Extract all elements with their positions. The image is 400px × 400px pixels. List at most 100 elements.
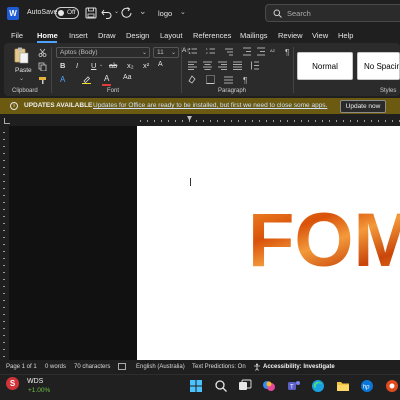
underline-dropdown-icon[interactable]: ⌄: [99, 62, 103, 68]
align-right-icon[interactable]: [218, 61, 227, 70]
update-message-link[interactable]: Updates for Office are ready to be insta…: [93, 102, 327, 109]
tab-design[interactable]: Design: [126, 31, 149, 40]
tab-references[interactable]: References: [193, 31, 231, 40]
copilot-icon[interactable]: [262, 379, 276, 393]
edge-icon[interactable]: [311, 379, 325, 393]
language-status[interactable]: English (Australia): [136, 364, 185, 370]
tab-selector[interactable]: [4, 118, 10, 124]
tab-draw[interactable]: Draw: [98, 31, 116, 40]
superscript-button[interactable]: x²: [143, 61, 149, 70]
paragraph-group-label: Paragraph: [218, 88, 247, 94]
subscript-button[interactable]: x₂: [127, 61, 134, 70]
highlight-icon[interactable]: [82, 75, 91, 84]
windows-start-icon[interactable]: [189, 379, 203, 393]
proofing-icon[interactable]: [118, 363, 126, 370]
ruler-tick: [301, 120, 302, 122]
bold-button[interactable]: B: [60, 61, 65, 70]
sort-icon[interactable]: AZ: [270, 47, 279, 56]
decrease-indent-icon[interactable]: [242, 47, 251, 56]
save-icon[interactable]: [84, 6, 98, 20]
ruler-tick: [357, 120, 358, 122]
tab-insert[interactable]: Insert: [69, 31, 88, 40]
app-icon[interactable]: [385, 379, 399, 393]
search-box[interactable]: Search: [265, 4, 400, 22]
update-now-button[interactable]: Update now: [340, 100, 386, 113]
search-icon[interactable]: [214, 379, 228, 393]
ruler-tick: [3, 321, 5, 322]
multilevel-list-icon[interactable]: [224, 47, 233, 56]
show-formatting-icon[interactable]: ¶: [284, 47, 293, 56]
document-title[interactable]: logo: [158, 9, 172, 18]
shading-icon[interactable]: [188, 75, 197, 84]
change-case-button[interactable]: Aa: [123, 74, 132, 81]
ruler-tick: [161, 120, 162, 122]
undo-dropdown-icon[interactable]: ⌄: [114, 8, 119, 15]
accessibility-status[interactable]: Accessibility: Investigate: [263, 364, 335, 370]
strikethrough-button[interactable]: ab: [109, 61, 117, 70]
ruler-tick: [175, 120, 176, 122]
ruler-tick: [3, 272, 5, 273]
stock-name[interactable]: WDS: [27, 378, 43, 385]
ruler-tick: [3, 209, 5, 210]
justify-icon[interactable]: [233, 61, 242, 70]
character-count[interactable]: 70 characters: [74, 364, 110, 370]
tab-review[interactable]: Review: [278, 31, 303, 40]
hp-icon[interactable]: hp: [360, 379, 374, 393]
line-spacing-icon[interactable]: [250, 61, 259, 70]
title-chevron-icon[interactable]: ⌄: [180, 8, 186, 16]
customize-toolbar-icon[interactable]: ⌄: [139, 6, 147, 17]
undo-icon[interactable]: [100, 6, 114, 20]
file-explorer-icon[interactable]: [336, 379, 350, 393]
ruler-tick: [252, 120, 253, 122]
text-effects-button[interactable]: A: [60, 75, 65, 84]
ruler-tick: [203, 120, 204, 122]
style-no-spacing[interactable]: No Spacing: [357, 52, 400, 80]
format-painter-icon[interactable]: [38, 76, 47, 85]
logo-text[interactable]: FOM: [248, 203, 400, 279]
tab-view[interactable]: View: [312, 31, 328, 40]
text-predictions-status[interactable]: Text Predictions: On: [192, 364, 246, 370]
styles-group-label: Styles: [380, 88, 397, 94]
search-icon: [273, 9, 282, 18]
tab-help[interactable]: Help: [338, 31, 353, 40]
paste-button[interactable]: Paste: [15, 67, 32, 74]
ruler-tick: [196, 120, 197, 122]
increase-indent-icon[interactable]: [256, 47, 265, 56]
page-count[interactable]: Page 1 of 1: [6, 364, 37, 370]
paste-icon[interactable]: [13, 46, 29, 64]
borders-icon[interactable]: [206, 75, 215, 84]
style-normal[interactable]: Normal: [297, 52, 353, 80]
autosave-toggle[interactable]: Off: [55, 7, 79, 19]
italic-button[interactable]: I: [76, 61, 78, 70]
font-group-label: Font: [107, 88, 120, 94]
bullets-icon[interactable]: [188, 47, 197, 56]
paragraph-settings-icon[interactable]: [224, 75, 233, 84]
tab-mailings[interactable]: Mailings: [240, 31, 268, 40]
word-count[interactable]: 0 words: [45, 364, 66, 370]
teams-icon[interactable]: T: [287, 379, 301, 393]
tab-home[interactable]: Home: [37, 31, 58, 40]
tab-file[interactable]: File: [11, 31, 23, 40]
text-direction-icon[interactable]: ¶: [242, 75, 251, 84]
underline-button[interactable]: U: [91, 61, 96, 70]
align-left-icon[interactable]: [188, 61, 197, 70]
ruler-tick: [3, 174, 5, 175]
paste-dropdown-icon[interactable]: ⌄: [19, 75, 24, 82]
horizontal-ruler[interactable]: [136, 117, 400, 125]
tab-layout[interactable]: Layout: [160, 31, 183, 40]
redo-icon[interactable]: [120, 6, 134, 20]
ruler-tick: [182, 120, 183, 122]
vertical-ruler[interactable]: [0, 126, 8, 360]
clear-formatting-button[interactable]: A: [158, 61, 163, 68]
accessibility-icon[interactable]: [253, 363, 261, 371]
font-size-dropdown[interactable]: 11 ⌄: [153, 47, 179, 58]
cut-icon[interactable]: [38, 48, 47, 57]
stock-widget-icon[interactable]: S: [6, 377, 19, 390]
font-name-dropdown[interactable]: Aptos (Body) ⌄: [56, 47, 150, 58]
ruler-tick: [385, 120, 386, 122]
numbering-icon[interactable]: 12: [206, 47, 215, 56]
copy-icon[interactable]: [38, 62, 47, 71]
task-view-icon[interactable]: [238, 379, 252, 393]
align-center-icon[interactable]: [203, 61, 212, 70]
font-color-button[interactable]: A: [104, 74, 109, 83]
